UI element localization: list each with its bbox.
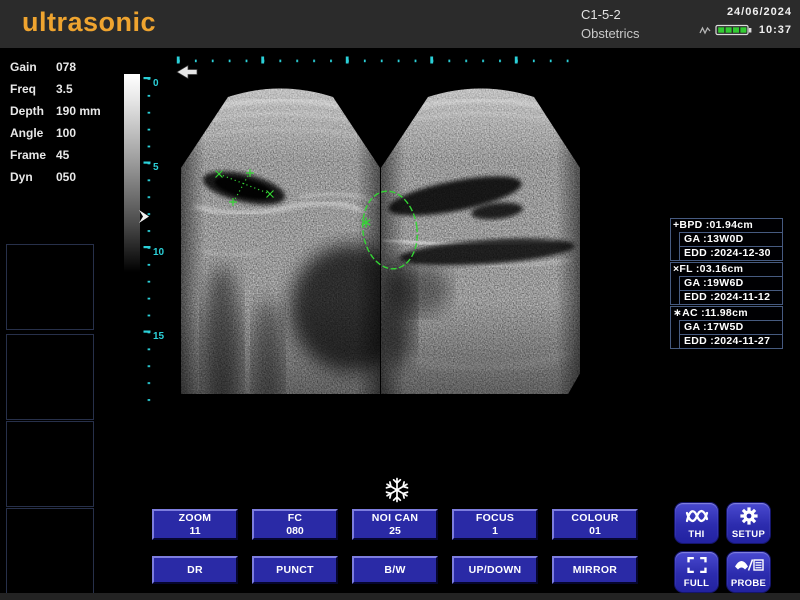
focus-label: FOCUS [476,512,514,525]
bpd-value-row: +BPD :01.94cm [671,219,782,232]
depth-ruler: 0 5 10 15 [144,77,165,404]
full-screen-button[interactable]: FULL [674,551,719,593]
updown-button[interactable]: UP/DOWN [452,556,538,584]
setup-label: SETUP [732,529,765,543]
noise-cancel-button[interactable]: NOI CAN 25 [352,509,438,540]
grayscale-map-bar [124,74,140,272]
datetime-block: 24/06/2024 10:37 [699,6,792,37]
colour-button[interactable]: COLOUR 01 [552,509,638,540]
fullscreen-corners-icon [675,552,718,578]
probe-model: C1-5-2 [581,5,640,24]
param-freq: Freq3.5 [10,82,101,104]
freeze-snowflake-icon [385,479,408,502]
punct-label: PUNCT [276,564,314,577]
gear-icon [727,503,770,529]
probe-button[interactable]: PROBE [726,551,771,593]
ac-edd-row: EDD :2024-11-27 [679,334,782,348]
image-thumbnail-slot-1[interactable] [6,244,94,330]
exam-mode: Obstetrics [581,24,640,43]
colour-value: 01 [589,525,601,538]
ac-measurement-group: ∗AC :11.98cm GA :17W5D EDD :2024-11-27 [670,306,783,349]
bottom-bezel-strip [0,593,800,600]
noise-cancel-value: 25 [389,525,401,538]
battery-icon [715,23,755,37]
image-thumbnail-slot-4[interactable] [6,508,94,594]
bw-label: B/W [384,564,405,577]
param-gain: Gain078 [10,60,101,82]
noise-cancel-label: NOI CAN [372,512,418,525]
image-thumbnail-slot-3[interactable] [6,421,94,507]
ac-ga-row: GA :17W5D [679,320,782,334]
brand-logo: ultrasonic [22,7,156,38]
fl-edd-row: EDD :2024-11-12 [679,290,782,304]
fl-ga-row: GA :19W6D [679,276,782,290]
ultrasound-image-area[interactable] [178,78,582,396]
exam-info: C1-5-2 Obstetrics [581,5,640,43]
fl-measurement-group: ×FL :03.16cm GA :19W6D EDD :2024-11-12 [670,262,783,305]
depth-label-15: 15 [153,331,165,342]
bpd-edd-row: EDD :2024-12-30 [679,246,782,260]
focus-button[interactable]: FOCUS 1 [452,509,538,540]
fc-button[interactable]: FC 080 [252,509,338,540]
mirror-button[interactable]: MIRROR [552,556,638,584]
dr-button[interactable]: DR [152,556,238,584]
ultrasound-machine-screen: ultrasonic C1-5-2 Obstetrics 24/06/2024 [0,0,800,600]
ac-value-row: ∗AC :11.98cm [671,307,782,320]
bpd-ga-row: GA :13W0D [679,232,782,246]
acquisition-params: Gain078 Freq3.5 Depth190 mm Angle100 Fra… [10,60,101,192]
measurement-results-panel: +BPD :01.94cm GA :13W0D EDD :2024-12-30 … [670,218,783,350]
thi-button[interactable]: THI [674,502,719,544]
power-cord-icon [699,24,711,36]
trackball-cursor-icon [177,66,197,79]
depth-label-5: 5 [153,162,159,173]
horizontal-ruler [177,57,574,65]
dr-label: DR [187,564,203,577]
colour-label: COLOUR [571,512,618,525]
full-label: FULL [684,578,709,592]
depth-label-10: 10 [153,247,165,258]
param-dyn: Dyn050 [10,170,101,192]
depth-label-0: 0 [153,78,159,89]
zoom-button[interactable]: ZOOM 11 [152,509,238,540]
thi-label: THI [688,529,704,543]
fc-value: 080 [286,525,304,538]
bw-button[interactable]: B/W [352,556,438,584]
clock-label: 10:37 [759,24,792,36]
mirror-label: MIRROR [573,564,617,577]
setup-button[interactable]: SETUP [726,502,771,544]
fc-label: FC [288,512,303,525]
zoom-value: 11 [189,525,200,538]
param-depth: Depth190 mm [10,104,101,126]
thi-wave-icon [675,503,718,529]
updown-label: UP/DOWN [469,564,522,577]
punct-button[interactable]: PUNCT [252,556,338,584]
date-label: 24/06/2024 [699,6,792,18]
fl-value-row: ×FL :03.16cm [671,263,782,276]
probe-label: PROBE [731,578,766,592]
probe-and-list-icon [727,552,770,578]
focus-value: 1 [492,525,498,538]
param-frame: Frame45 [10,148,101,170]
header-bar: ultrasonic C1-5-2 Obstetrics 24/06/2024 [0,0,800,48]
zoom-label: ZOOM [179,512,212,525]
param-angle: Angle100 [10,126,101,148]
focus-marker-icon [139,210,149,223]
image-thumbnail-slot-2[interactable] [6,334,94,420]
bpd-measurement-group: +BPD :01.94cm GA :13W0D EDD :2024-12-30 [670,218,783,261]
